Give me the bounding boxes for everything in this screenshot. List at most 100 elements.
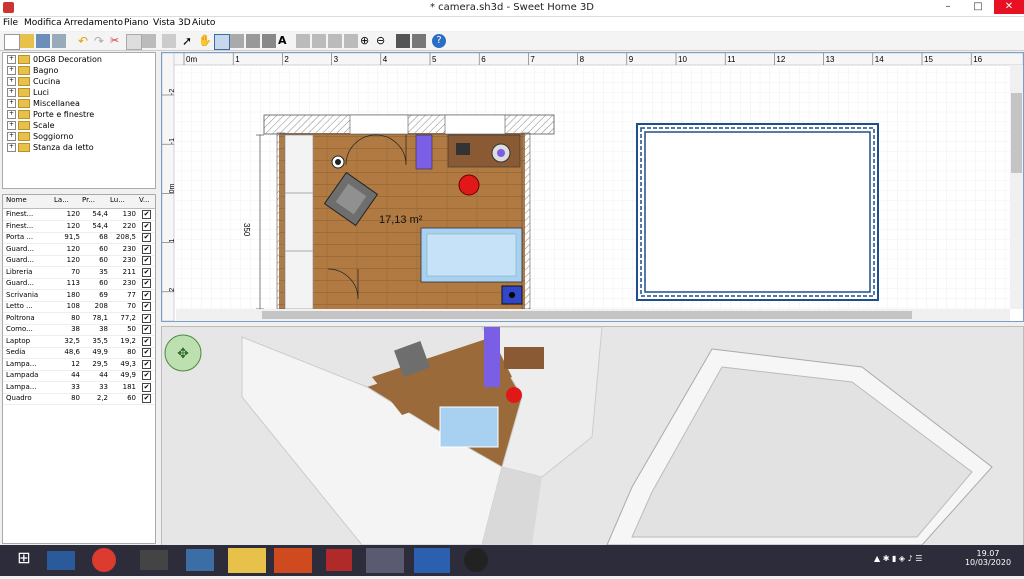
cut-icon[interactable]: ✂ <box>110 34 124 48</box>
table-row[interactable]: Lampa... 12 29,5 49,3 ✔ <box>3 359 155 371</box>
add-furniture-icon[interactable] <box>162 34 176 48</box>
wall-top[interactable] <box>263 114 555 135</box>
maximize-button[interactable]: □ <box>963 0 993 14</box>
wall-right[interactable] <box>521 132 531 310</box>
catalog-category[interactable]: + Miscellanea <box>7 99 80 110</box>
new-file-icon[interactable] <box>4 34 20 50</box>
catalog-category[interactable]: + Scale <box>7 121 55 132</box>
table-row[interactable]: Sedia 48,6 49,9 80 ✔ <box>3 347 155 359</box>
visible-checkbox[interactable]: ✔ <box>142 382 151 392</box>
visible-checkbox[interactable]: ✔ <box>142 313 151 323</box>
word-icon[interactable] <box>414 548 450 573</box>
open-folder-icon[interactable] <box>20 34 34 48</box>
table-row[interactable]: Guard... 120 60 230 ✔ <box>3 255 155 267</box>
save-as-icon[interactable] <box>52 34 66 48</box>
sweet-home-3d-icon[interactable] <box>366 548 404 573</box>
undo-icon[interactable]: ↶ <box>78 34 92 48</box>
create-rooms-icon[interactable] <box>230 34 244 48</box>
table-row[interactable]: Guard... 120 60 230 ✔ <box>3 244 155 256</box>
catalog-category[interactable]: + Soggiorno <box>7 132 73 143</box>
visible-checkbox[interactable]: ✔ <box>142 290 151 300</box>
table-row[interactable]: Lampa... 33 33 181 ✔ <box>3 382 155 394</box>
window[interactable] <box>349 114 409 135</box>
visible-checkbox[interactable]: ✔ <box>142 221 151 231</box>
visible-checkbox[interactable]: ✔ <box>142 267 151 277</box>
plan-view[interactable]: 0m 1 2 3 4 5 6 7 8 9 10 11 12 13 14 15 16 -2 -1 0m 1 2 <box>161 52 1024 322</box>
paste-icon[interactable] <box>142 34 156 48</box>
table-row[interactable]: Como... 38 38 50 ✔ <box>3 324 155 336</box>
chair[interactable] <box>458 174 480 196</box>
wall-left[interactable] <box>276 132 286 310</box>
table-row[interactable]: Finest... 120 54,4 220 ✔ <box>3 221 155 233</box>
powerpoint-icon[interactable] <box>274 548 312 573</box>
create-polylines-icon[interactable] <box>246 34 260 48</box>
column-header[interactable]: V... <box>139 196 150 204</box>
scrollbar-thumb[interactable] <box>1011 93 1022 173</box>
pan-hand-icon[interactable]: ✋ <box>198 34 212 48</box>
3d-view[interactable]: ✥ <box>161 326 1024 546</box>
system-tray-icons[interactable]: ▲ ✱ ▮ ◈ ♪ ☰ <box>874 554 954 579</box>
create-walls-icon[interactable] <box>214 34 230 50</box>
table-row[interactable]: Porta ... 91,5 68 208,5 ✔ <box>3 232 155 244</box>
visible-checkbox[interactable]: ✔ <box>142 279 151 288</box>
create-photo-icon[interactable] <box>396 34 410 48</box>
pdf-icon[interactable] <box>326 549 352 571</box>
obs-icon[interactable] <box>464 548 488 572</box>
catalog-category[interactable]: +0DG8 Decoration <box>7 55 102 66</box>
menu-piano[interactable]: Piano <box>124 18 148 28</box>
expand-icon[interactable]: + <box>7 121 16 130</box>
catalog-category[interactable]: + Luci <box>7 88 49 99</box>
menu-arredamento[interactable]: Arredamento <box>64 18 123 28</box>
table-row[interactable]: Quadro 80 2,2 60 ✔ <box>3 393 155 405</box>
visible-checkbox[interactable]: ✔ <box>142 371 151 380</box>
visible-checkbox[interactable]: ✔ <box>142 256 151 265</box>
column-header[interactable]: La... <box>54 196 69 204</box>
text-italic-icon[interactable] <box>328 34 342 48</box>
catalog-category[interactable]: + Stanza da letto <box>7 143 94 154</box>
visible-checkbox[interactable]: ✔ <box>142 359 151 369</box>
visible-checkbox[interactable]: ✔ <box>142 394 151 403</box>
laptop[interactable] <box>456 143 470 155</box>
plan-canvas[interactable]: 0m 1 2 3 4 5 6 7 8 9 10 11 12 13 14 15 16 -2-10m12 <box>162 53 1023 321</box>
scrollbar-thumb[interactable] <box>262 311 912 319</box>
explorer-icon[interactable] <box>47 551 75 570</box>
minimize-button[interactable]: – <box>933 0 963 14</box>
save-icon[interactable] <box>36 34 50 48</box>
visible-checkbox[interactable]: ✔ <box>142 210 151 219</box>
expand-icon[interactable]: + <box>7 66 16 75</box>
app-icon[interactable] <box>140 550 168 570</box>
menu-aiuto[interactable]: Aiuto <box>192 18 215 28</box>
table-row[interactable]: Letto ... 108 208 70 ✔ <box>3 301 155 313</box>
chrome-icon[interactable] <box>92 548 116 572</box>
table-row[interactable]: Scrivania 180 69 77 ✔ <box>3 290 155 302</box>
menu-vista-3d[interactable]: Vista 3D <box>153 18 191 28</box>
visible-checkbox[interactable]: ✔ <box>142 302 151 311</box>
zoom-in-icon[interactable]: ⊕ <box>360 34 374 48</box>
copy-icon[interactable] <box>126 34 142 50</box>
table-row[interactable]: Libreria 70 35 211 ✔ <box>3 267 155 279</box>
wardrobe[interactable] <box>284 134 314 310</box>
menu-file[interactable]: File <box>3 18 18 28</box>
expand-icon[interactable]: + <box>7 55 16 64</box>
clock[interactable]: 19.07 10/03/2020 <box>958 549 1018 567</box>
expand-icon[interactable]: + <box>7 88 16 97</box>
3d-canvas[interactable]: ✥ <box>162 327 1023 545</box>
catalog-category[interactable]: + Bagno <box>7 66 58 77</box>
select-arrow-icon[interactable]: ➚ <box>182 34 196 48</box>
expand-icon[interactable]: + <box>7 99 16 108</box>
expand-icon[interactable]: + <box>7 110 16 119</box>
zoom-out-icon[interactable]: ⊖ <box>376 34 390 48</box>
visible-checkbox[interactable]: ✔ <box>142 348 151 357</box>
expand-icon[interactable]: + <box>7 143 16 152</box>
catalog-category[interactable]: + Porte e finestre <box>7 110 94 121</box>
column-header[interactable]: Pr... <box>82 196 95 204</box>
bookcase[interactable] <box>415 134 433 170</box>
windows-start-icon[interactable]: ⊞ <box>4 548 44 573</box>
table-row[interactable]: Guard... 113 60 230 ✔ <box>3 278 155 290</box>
redo-icon[interactable]: ↷ <box>94 34 108 48</box>
visible-checkbox[interactable]: ✔ <box>142 325 151 334</box>
column-header[interactable]: Nome <box>6 196 27 204</box>
table-row[interactable]: Laptop 32,5 35,5 19,2 ✔ <box>3 336 155 348</box>
text-bold-icon[interactable] <box>312 34 326 48</box>
create-video-icon[interactable] <box>412 34 426 48</box>
